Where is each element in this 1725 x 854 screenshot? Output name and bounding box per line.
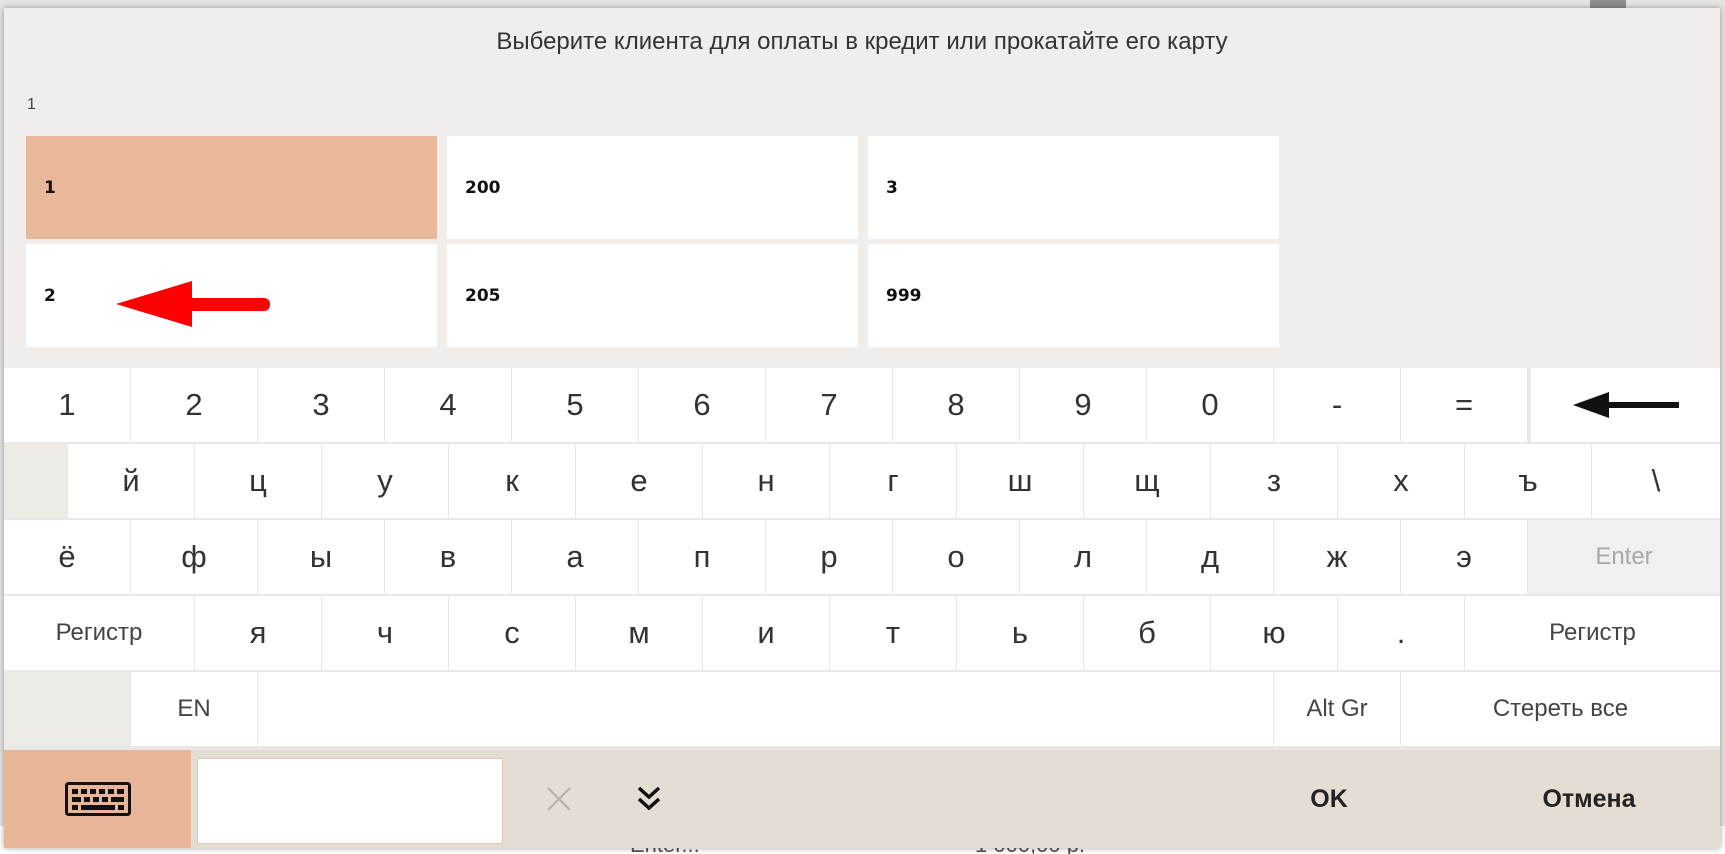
key-spacer: [4, 672, 130, 746]
red-annotation-arrow-icon: [116, 281, 270, 327]
key[interactable]: \: [1592, 444, 1720, 518]
key[interactable]: 9: [1020, 368, 1146, 442]
bottom-action-bar: OK Отмена: [4, 750, 1720, 848]
ok-button[interactable]: OK: [1254, 750, 1404, 848]
key[interactable]: 8: [893, 368, 1019, 442]
client-tile[interactable]: 205: [447, 244, 858, 347]
dialog-title: Выберите клиента для оплаты в кредит или…: [496, 28, 1228, 55]
key[interactable]: э: [1401, 520, 1527, 594]
client-tile[interactable]: 999: [868, 244, 1279, 347]
virtual-keyboard: 1 2 3 4 5 6 7 8 9 0 - = й ц у к е н г ш …: [4, 368, 1720, 750]
key[interactable]: а: [512, 520, 638, 594]
client-tile-label: 1: [44, 178, 56, 198]
client-selection-dialog: Выберите клиента для оплаты в кредит или…: [4, 8, 1720, 848]
backspace-key[interactable]: [1531, 368, 1720, 442]
key[interactable]: 5: [512, 368, 638, 442]
client-tile[interactable]: 200: [447, 136, 858, 239]
key[interactable]: т: [830, 596, 956, 670]
key[interactable]: м: [576, 596, 702, 670]
key[interactable]: ч: [322, 596, 448, 670]
key[interactable]: б: [1084, 596, 1210, 670]
search-value-text: 1: [27, 96, 36, 113]
key[interactable]: п: [639, 520, 765, 594]
keyboard-row-numbers: 1 2 3 4 5 6 7 8 9 0 - =: [4, 368, 1720, 444]
key[interactable]: ъ: [1465, 444, 1591, 518]
altgr-key[interactable]: Alt Gr: [1274, 672, 1400, 746]
key[interactable]: щ: [1084, 444, 1210, 518]
key[interactable]: й: [68, 444, 194, 518]
key[interactable]: 6: [639, 368, 765, 442]
keyboard-icon: [64, 782, 131, 816]
key[interactable]: 7: [766, 368, 892, 442]
clear-all-key[interactable]: Стереть все: [1401, 672, 1720, 746]
cancel-button[interactable]: Отмена: [1464, 750, 1714, 848]
key[interactable]: -: [1274, 368, 1400, 442]
key[interactable]: ь: [957, 596, 1083, 670]
key[interactable]: ы: [258, 520, 384, 594]
clear-input-button[interactable]: [534, 774, 584, 824]
keyboard-row-top-letters: й ц у к е н г ш щ з х ъ \: [4, 444, 1720, 520]
key[interactable]: е: [576, 444, 702, 518]
key[interactable]: 2: [131, 368, 257, 442]
client-tile[interactable]: 1: [26, 136, 437, 239]
client-tile-label: 2: [44, 286, 56, 306]
key[interactable]: 3: [258, 368, 384, 442]
key[interactable]: и: [703, 596, 829, 670]
key[interactable]: н: [703, 444, 829, 518]
shift-right-key[interactable]: Регистр: [1465, 596, 1720, 670]
key[interactable]: у: [322, 444, 448, 518]
background-scrollbar-thumb: [1590, 0, 1626, 8]
key[interactable]: ю: [1211, 596, 1337, 670]
close-icon: [547, 787, 571, 811]
key[interactable]: к: [449, 444, 575, 518]
client-tile-label: 999: [886, 286, 922, 306]
keyboard-toggle-button[interactable]: [4, 750, 191, 848]
client-tile-label: 205: [465, 286, 501, 306]
key[interactable]: ж: [1274, 520, 1400, 594]
key[interactable]: с: [449, 596, 575, 670]
key[interactable]: х: [1338, 444, 1464, 518]
key[interactable]: в: [385, 520, 511, 594]
left-arrow-icon: [1572, 392, 1679, 418]
shift-left-key[interactable]: Регистр: [4, 596, 194, 670]
key[interactable]: 4: [385, 368, 511, 442]
language-key[interactable]: EN: [131, 672, 257, 746]
key[interactable]: .: [1338, 596, 1464, 670]
keyboard-row-function: EN Alt Gr Стереть все: [4, 672, 1720, 748]
key[interactable]: ц: [195, 444, 321, 518]
key[interactable]: 0: [1147, 368, 1273, 442]
enter-key[interactable]: Enter: [1528, 520, 1720, 594]
key[interactable]: ё: [4, 520, 130, 594]
key[interactable]: л: [1020, 520, 1146, 594]
keyboard-row-bottom-letters: Регистр я ч с м и т ь б ю . Регистр: [4, 596, 1720, 672]
double-chevron-down-icon: [637, 786, 661, 811]
key[interactable]: г: [830, 444, 956, 518]
client-tile-label: 200: [465, 178, 501, 198]
key[interactable]: з: [1211, 444, 1337, 518]
key[interactable]: р: [766, 520, 892, 594]
key[interactable]: =: [1401, 368, 1527, 442]
key[interactable]: д: [1147, 520, 1273, 594]
keyboard-row-middle-letters: ё ф ы в а п р о л д ж э Enter: [4, 520, 1720, 596]
space-key[interactable]: [258, 672, 1273, 746]
keyboard-text-input[interactable]: [197, 758, 503, 844]
client-tile[interactable]: 3: [868, 136, 1279, 239]
key[interactable]: 1: [4, 368, 130, 442]
key[interactable]: о: [893, 520, 1019, 594]
key[interactable]: ф: [131, 520, 257, 594]
key-spacer: [4, 444, 67, 518]
collapse-keyboard-button[interactable]: [624, 774, 674, 824]
client-tile-label: 3: [886, 178, 898, 198]
key[interactable]: я: [195, 596, 321, 670]
key[interactable]: ш: [957, 444, 1083, 518]
